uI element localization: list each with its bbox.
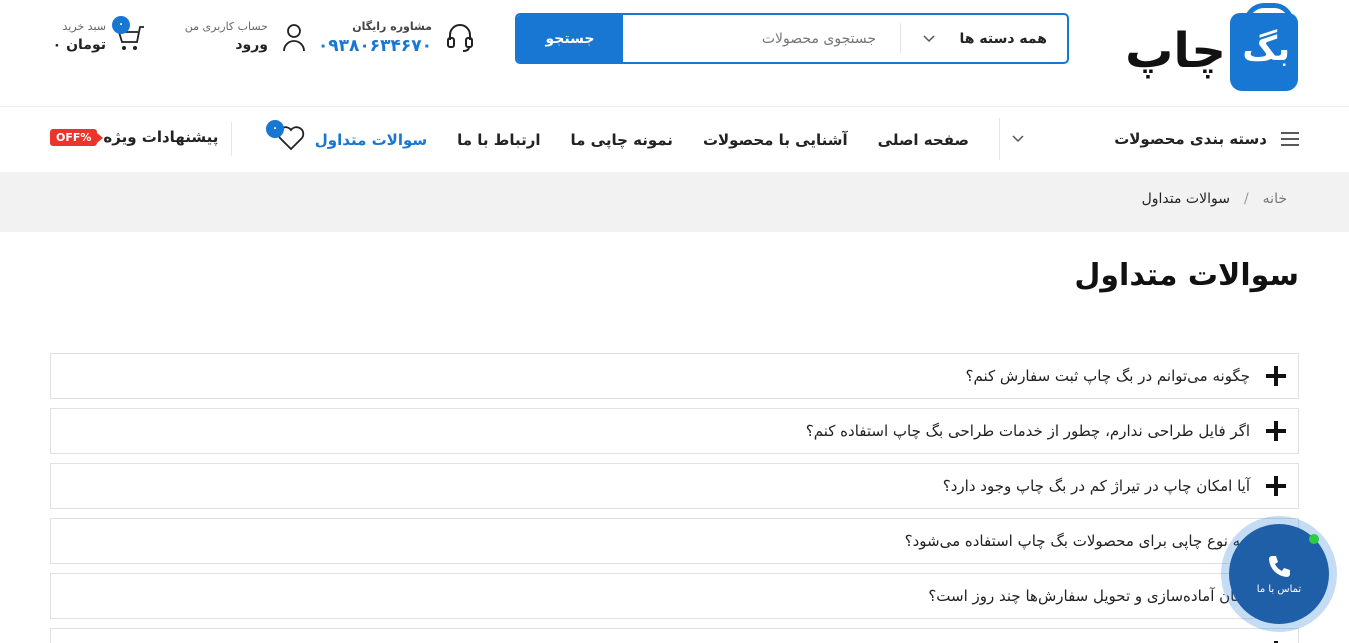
breadcrumb-home[interactable]: خانه <box>1263 191 1287 207</box>
logo-bag-text: بگ <box>1242 29 1290 69</box>
search-category-label: همه دسته ها <box>959 30 1047 47</box>
category-menu-group: دسته بندی محصولات <box>1114 130 1299 148</box>
faq-question: چه نوع چاپی برای محصولات بگ چاپ استفاده … <box>904 532 1250 550</box>
faq-item[interactable]: چگونه می‌توانم در بگ چاپ ثبت سفارش کنم؟ <box>50 353 1299 399</box>
account-label: حساب کاربری من <box>184 20 268 33</box>
call-widget[interactable]: تماس با ما <box>1221 516 1337 632</box>
site-logo[interactable]: بگ چاپ <box>1125 3 1298 93</box>
search-box: همه دسته ها جستجو <box>515 13 1069 64</box>
main-nav: دسته بندی محصولات صفحه اصلی آشنایی با مح… <box>0 108 1349 171</box>
nav-link-contact[interactable]: ارتباط با ما <box>457 131 540 149</box>
cart-total: ۰ تومان <box>52 37 106 53</box>
search-category-select[interactable]: همه دسته ها <box>900 23 1067 54</box>
chevron-down-icon <box>923 34 935 42</box>
special-offers-label: پیشنهادات ویژه <box>103 128 219 146</box>
login-link[interactable]: ورود <box>235 37 268 53</box>
search-button[interactable]: جستجو <box>517 15 623 62</box>
breadcrumb-bar: خانه / سوالات متداول <box>0 172 1349 232</box>
faq-item[interactable]: زمان آماده‌سازی و تحویل سفارش‌ها چند روز… <box>50 573 1299 619</box>
plus-icon <box>1266 366 1286 386</box>
faq-question: اگر فایل طراحی ندارم، چطور از خدمات طراح… <box>805 422 1250 440</box>
category-menu-label: دسته بندی محصولات <box>1114 130 1267 148</box>
wishlist-link[interactable]: ۰ <box>266 120 306 154</box>
nav-link-faq[interactable]: سوالات متداول <box>315 131 427 149</box>
logo-chap-text: چاپ <box>1125 23 1226 79</box>
faq-item[interactable]: چه نوع چاپی برای محصولات بگ چاپ استفاده … <box>50 518 1299 564</box>
nav-link-products[interactable]: آشنایی با محصولات <box>703 131 848 149</box>
off-badge: OFF% <box>50 128 104 146</box>
nav-links: صفحه اصلی آشنایی با محصولات نمونه چاپی م… <box>315 108 969 171</box>
online-status-dot <box>1309 534 1319 544</box>
free-consult[interactable]: مشاوره رایگان ۰۹۳۸۰۶۳۴۶۷۰ <box>318 18 474 58</box>
faq-question: زمان آماده‌سازی و تحویل سفارش‌ها چند روز… <box>928 587 1250 605</box>
nav-divider <box>231 122 232 156</box>
faq-item[interactable]: اگر فایل طراحی ندارم، چطور از خدمات طراح… <box>50 408 1299 454</box>
special-offers-link[interactable]: پیشنهادات ویژه OFF% <box>50 128 218 146</box>
page-title: سوالات متداول <box>1074 258 1299 293</box>
breadcrumb-current: سوالات متداول <box>1141 191 1230 207</box>
consult-phone[interactable]: ۰۹۳۸۰۶۳۴۶۷۰ <box>318 36 432 56</box>
consult-label: مشاوره رایگان <box>352 20 432 33</box>
plus-icon <box>1266 476 1286 496</box>
hamburger-icon <box>1281 132 1299 146</box>
cart-label: سبد خرید <box>62 20 106 33</box>
faq-question: چگونه می‌توانم در بگ چاپ ثبت سفارش کنم؟ <box>965 367 1251 385</box>
nav-link-samples[interactable]: نمونه چاپی ما <box>571 131 673 149</box>
cart-count-badge: ۰ <box>112 16 130 34</box>
wishlist-count-badge: ۰ <box>266 120 284 138</box>
chevron-down-icon <box>1012 135 1024 143</box>
header-top: بگ چاپ همه دسته ها جستجو مشاوره رایگان ۰… <box>0 0 1349 107</box>
faq-item[interactable] <box>50 628 1299 643</box>
search-input[interactable] <box>623 15 900 62</box>
plus-icon <box>1266 421 1286 441</box>
breadcrumb: خانه / سوالات متداول <box>1142 191 1287 207</box>
faq-item[interactable]: آیا امکان چاپ در تیراژ کم در بگ چاپ وجود… <box>50 463 1299 509</box>
user-icon <box>283 24 305 52</box>
category-menu-button[interactable]: دسته بندی محصولات <box>999 118 1299 160</box>
faq-question: آیا امکان چاپ در تیراژ کم در بگ چاپ وجود… <box>942 477 1250 495</box>
cart-link[interactable]: ۰ سبد خرید ۰ تومان <box>53 16 146 58</box>
account-link[interactable]: حساب کاربری من ورود <box>182 18 306 58</box>
breadcrumb-separator: / <box>1243 191 1249 207</box>
call-widget-label: تماس با ما <box>1256 583 1302 595</box>
phone-icon <box>1269 555 1290 577</box>
headset-icon <box>447 24 473 52</box>
nav-link-home[interactable]: صفحه اصلی <box>878 131 969 149</box>
